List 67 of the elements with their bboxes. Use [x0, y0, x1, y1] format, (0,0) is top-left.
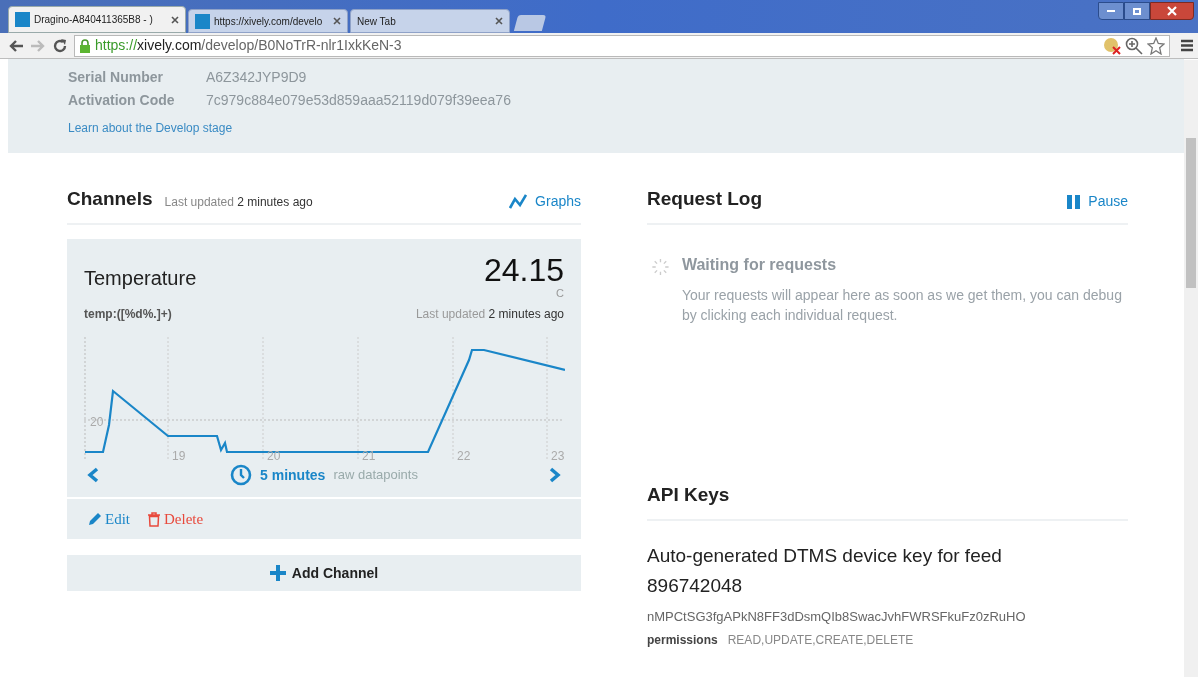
axis-label: 23 [551, 448, 565, 465]
api-key-text: nMPCtSG3fgAPkN8FF3dDsmQIb8SwacJvhFWRSFkuFz0zRuHO [647, 608, 1027, 626]
line-graph-icon [509, 193, 528, 210]
field-value: A6Z342JYP9D9 [206, 68, 307, 87]
next-icon[interactable] [549, 467, 561, 483]
section-title: Channels [67, 186, 153, 211]
channel-name: Temperature [84, 266, 197, 291]
close-icon [1167, 6, 1177, 16]
zoom-icon[interactable] [1125, 36, 1143, 55]
maximize-button[interactable] [1124, 2, 1150, 20]
favicon-icon [15, 12, 30, 27]
last-updated-text: Last updated 2 minutes ago [415, 306, 564, 323]
channel-value: 24.15 [483, 253, 564, 287]
permissions-value: READ,UPDATE,CREATE,DELETE [727, 631, 914, 649]
pencil-icon [87, 511, 102, 527]
close-icon[interactable] [333, 17, 341, 25]
close-button[interactable] [1150, 2, 1194, 20]
axis-label: 20 [267, 448, 281, 465]
field-label: Serial Number [68, 68, 164, 87]
minimize-button[interactable] [1098, 2, 1124, 20]
close-icon[interactable] [495, 17, 503, 25]
axis-label: 21 [362, 448, 376, 465]
clock-icon [230, 464, 253, 486]
back-icon[interactable] [8, 38, 24, 53]
edit-link[interactable]: Edit [87, 507, 130, 531]
graphs-link[interactable]: Graphs [509, 191, 581, 212]
lock-icon [79, 38, 91, 53]
browser-tab[interactable]: New Tab [350, 9, 510, 33]
learn-link[interactable]: Learn about the Develop stage [68, 119, 1184, 137]
browser-tab[interactable]: Dragino-A840411365B8 - ) [8, 6, 186, 33]
section-title: API Keys [647, 482, 730, 507]
pause-link[interactable]: Pause [1067, 191, 1128, 212]
section-title: Request Log [647, 186, 763, 211]
tab-title: https://xively.com/develo [214, 14, 324, 29]
plus-icon [269, 565, 286, 581]
browser-tab[interactable]: https://xively.com/develo [188, 9, 348, 33]
interval-note: raw datapoints [333, 466, 418, 485]
menu-icon[interactable] [1180, 39, 1194, 52]
new-tab-button[interactable] [513, 15, 547, 31]
trash-icon [148, 511, 160, 527]
field-label: Activation Code [68, 91, 176, 110]
unit-text: C [556, 287, 564, 299]
previous-icon[interactable] [87, 467, 99, 483]
last-updated-text: Last updated 2 minutes ago [164, 194, 313, 211]
axis-label: 19 [172, 448, 186, 465]
format-text: temp:([%d%.]+) [84, 306, 172, 323]
axis-label: 20 [90, 414, 104, 431]
interval-button[interactable]: 5 minutes [260, 464, 326, 486]
add-channel-button[interactable]: Add Channel [67, 555, 581, 591]
scrollbar[interactable] [1184, 60, 1198, 677]
pause-icon [1067, 194, 1082, 209]
key-name: Auto-generated DTMS device key for feed 896742048 [647, 544, 1003, 598]
address-bar[interactable]: https://xively.com/develop/B0NoTrR-nlr1IxkKeN-3 [74, 34, 1170, 57]
tab-title: New Tab [357, 14, 397, 29]
delete-link[interactable]: Delete [148, 507, 204, 531]
favicon-icon [195, 13, 210, 29]
axis-label: 22 [457, 448, 471, 465]
permissions-label: permissions [647, 631, 718, 649]
blocked-cookie-icon[interactable] [1103, 36, 1121, 55]
waiting-title: Waiting for requests [681, 255, 838, 275]
tab-title: Dragino-A840411365B8 - ) [34, 13, 154, 27]
field-value: 7c979c884e079e53d859aaa52119d079f39eea76 [206, 91, 511, 110]
waiting-text: Your requests will appear here as soon as we get them, you can debug by clicking each individual request. [681, 286, 1123, 325]
url-text: https://xively.com/develop/B0NoTrR-nlr1IxkKeN-3 [95, 36, 402, 55]
close-icon[interactable] [171, 15, 179, 24]
reload-icon[interactable] [52, 37, 68, 54]
star-icon[interactable] [1147, 36, 1165, 55]
